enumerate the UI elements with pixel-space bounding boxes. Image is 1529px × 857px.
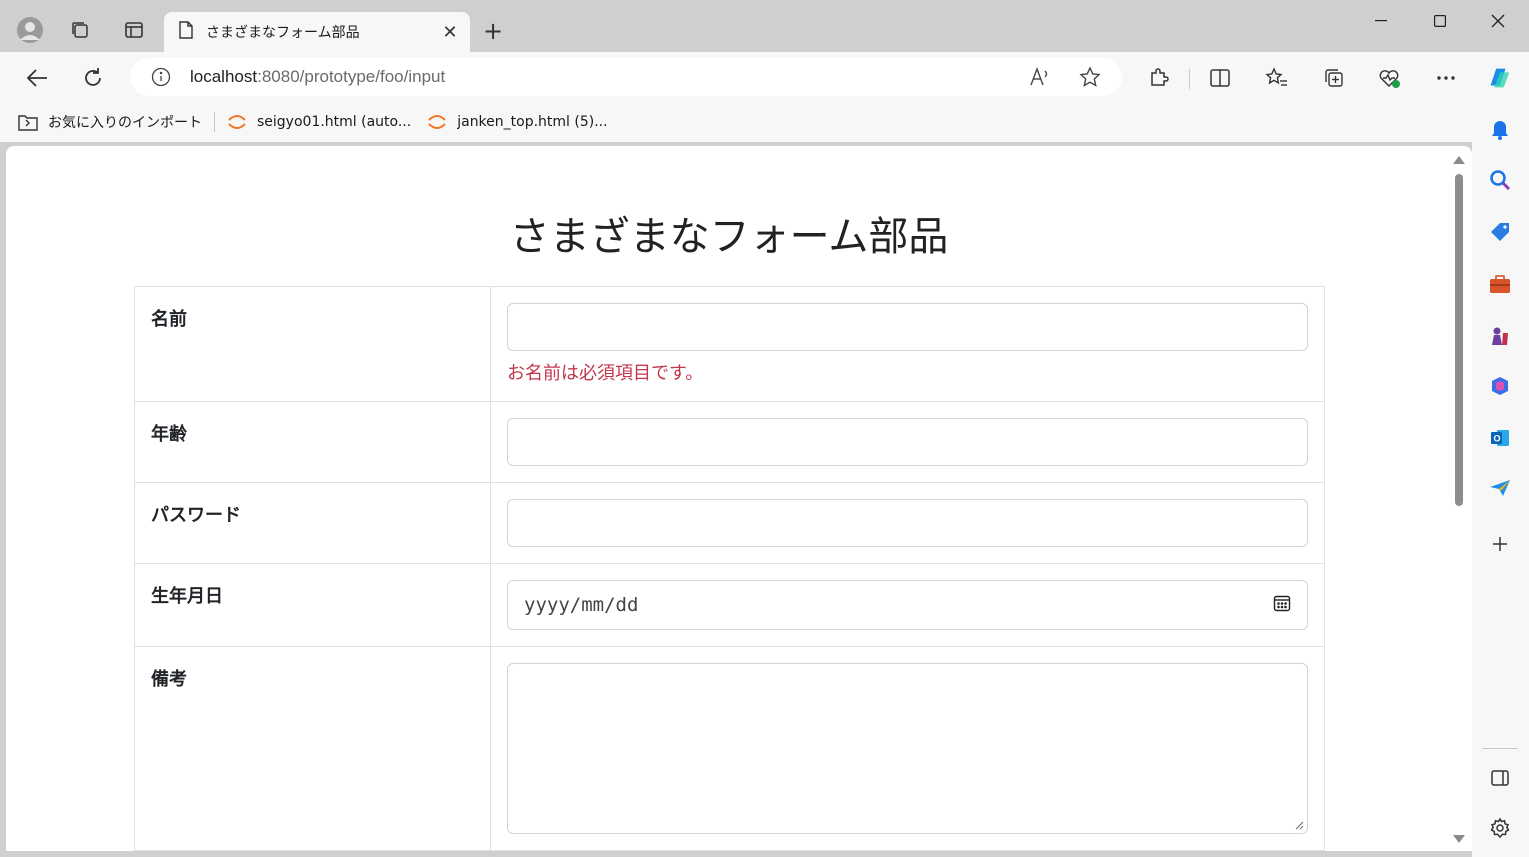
collections-icon[interactable] xyxy=(1320,64,1348,92)
send-paper-plane-icon[interactable] xyxy=(1486,474,1514,502)
form-row-birthdate: 生年月日 yyyy/mm/dd xyxy=(134,563,1325,647)
close-tab-icon[interactable]: ✕ xyxy=(436,18,464,46)
address-bar[interactable]: localhost:8080/prototype/foo/input xyxy=(130,58,1122,96)
minimize-icon[interactable] xyxy=(1352,0,1410,42)
bookmark-label: seigyo01.html (auto... xyxy=(257,114,412,130)
site-info-icon[interactable] xyxy=(150,66,172,88)
page-viewport: さまざまなフォーム部品 名前 お名前は必須項目です。 年齢 パスワード 生年月日 xyxy=(6,146,1472,851)
url-text[interactable]: localhost:8080/prototype/foo/input xyxy=(190,67,445,87)
url-host: localhost xyxy=(190,67,258,86)
bookmark-divider xyxy=(214,112,215,132)
add-sidebar-app-icon[interactable] xyxy=(1486,530,1514,558)
toolbar: localhost:8080/prototype/foo/input xyxy=(0,52,1529,102)
hide-sidebar-icon[interactable] xyxy=(1486,764,1514,792)
form-row-age: 年齢 xyxy=(134,401,1325,483)
microsoft-365-icon[interactable] xyxy=(1486,372,1514,400)
bookmark-janken-top[interactable]: janken_top.html (5)... xyxy=(419,106,615,138)
url-path: :8080/prototype/foo/input xyxy=(257,67,446,86)
refresh-icon[interactable] xyxy=(75,60,111,96)
outlook-icon[interactable]: O xyxy=(1486,424,1514,452)
notes-field-cell xyxy=(490,646,1325,851)
notes-label: 備考 xyxy=(134,646,491,851)
shopping-tag-icon[interactable] xyxy=(1486,218,1514,246)
title-bar: さまざまなフォーム部品 ✕ + xyxy=(0,0,1529,52)
page-icon xyxy=(178,21,194,43)
tab-title: さまざまなフォーム部品 xyxy=(206,25,360,41)
notes-textarea[interactable] xyxy=(507,663,1308,834)
name-field-cell: お名前は必須項目です。 xyxy=(490,286,1325,402)
birthdate-placeholder: yyyy/mm/dd xyxy=(524,594,639,616)
favorite-star-icon[interactable] xyxy=(1078,65,1102,89)
name-label: 名前 xyxy=(134,286,491,402)
search-icon[interactable] xyxy=(1486,166,1514,194)
age-label: 年齢 xyxy=(134,401,491,483)
name-input[interactable] xyxy=(507,303,1308,351)
maximize-icon[interactable] xyxy=(1411,0,1469,42)
svg-text:O: O xyxy=(1494,434,1501,444)
password-label: パスワード xyxy=(134,482,491,564)
workspaces-icon[interactable] xyxy=(60,12,100,48)
new-tab-icon[interactable]: + xyxy=(478,16,508,46)
sidebar-settings-gear-icon[interactable] xyxy=(1486,814,1514,842)
sidebar-divider xyxy=(1482,748,1518,749)
calendar-icon[interactable] xyxy=(1273,594,1291,617)
resize-grip-icon[interactable] xyxy=(1294,820,1304,830)
jupyter-icon xyxy=(227,112,247,132)
form-table: 名前 お名前は必須項目です。 年齢 パスワード 生年月日 yyyy/mm/dd xyxy=(134,286,1325,851)
toolbar-divider xyxy=(1189,69,1190,89)
scroll-down-arrow-icon[interactable] xyxy=(1453,835,1465,843)
tab-actions-icon[interactable] xyxy=(114,12,154,48)
birthdate-input[interactable]: yyyy/mm/dd xyxy=(507,580,1308,630)
back-icon[interactable] xyxy=(19,60,55,96)
scroll-up-arrow-icon[interactable] xyxy=(1453,156,1465,164)
name-error-message: お名前は必須項目です。 xyxy=(507,363,704,384)
copilot-icon[interactable] xyxy=(1485,64,1513,92)
birthdate-field-cell: yyyy/mm/dd xyxy=(490,563,1325,647)
extensions-icon[interactable] xyxy=(1145,64,1173,92)
birthdate-label: 生年月日 xyxy=(134,563,491,647)
more-options-icon[interactable] xyxy=(1432,64,1460,92)
form-row-notes: 備考 xyxy=(134,646,1325,851)
profile-avatar-icon[interactable] xyxy=(10,12,50,48)
read-aloud-icon[interactable] xyxy=(1028,65,1052,89)
favorites-icon[interactable] xyxy=(1263,64,1291,92)
bookmark-label: お気に入りのインポート xyxy=(48,115,202,131)
games-chess-icon[interactable] xyxy=(1486,322,1514,350)
form-row-password: パスワード xyxy=(134,482,1325,564)
close-window-icon[interactable] xyxy=(1469,0,1527,42)
browser-essentials-icon[interactable] xyxy=(1376,64,1404,92)
bookmark-seigyo01[interactable]: seigyo01.html (auto... xyxy=(219,106,419,138)
tools-briefcase-icon[interactable] xyxy=(1486,270,1514,298)
bookmark-import-favorites[interactable]: お気に入りのインポート xyxy=(10,106,210,138)
scrollbar-thumb[interactable] xyxy=(1455,174,1463,506)
password-input[interactable] xyxy=(507,499,1308,547)
split-screen-icon[interactable] xyxy=(1206,64,1234,92)
page-title: さまざまなフォーム部品 xyxy=(509,214,949,260)
tab-active[interactable]: さまざまなフォーム部品 ✕ xyxy=(164,12,470,52)
password-field-cell xyxy=(490,482,1325,564)
notifications-bell-icon[interactable] xyxy=(1486,116,1514,144)
import-folder-icon xyxy=(18,112,38,132)
bookmark-label: janken_top.html (5)... xyxy=(457,114,608,130)
page-scrollbar[interactable] xyxy=(1452,146,1466,851)
jupyter-icon xyxy=(427,112,447,132)
age-field-cell xyxy=(490,401,1325,483)
edge-sidebar: O xyxy=(1472,102,1529,857)
form-row-name: 名前 お名前は必須項目です。 xyxy=(134,286,1325,402)
age-input[interactable] xyxy=(507,418,1308,466)
bookmarks-bar: お気に入りのインポート seigyo01.html (auto... janke… xyxy=(0,102,1529,142)
